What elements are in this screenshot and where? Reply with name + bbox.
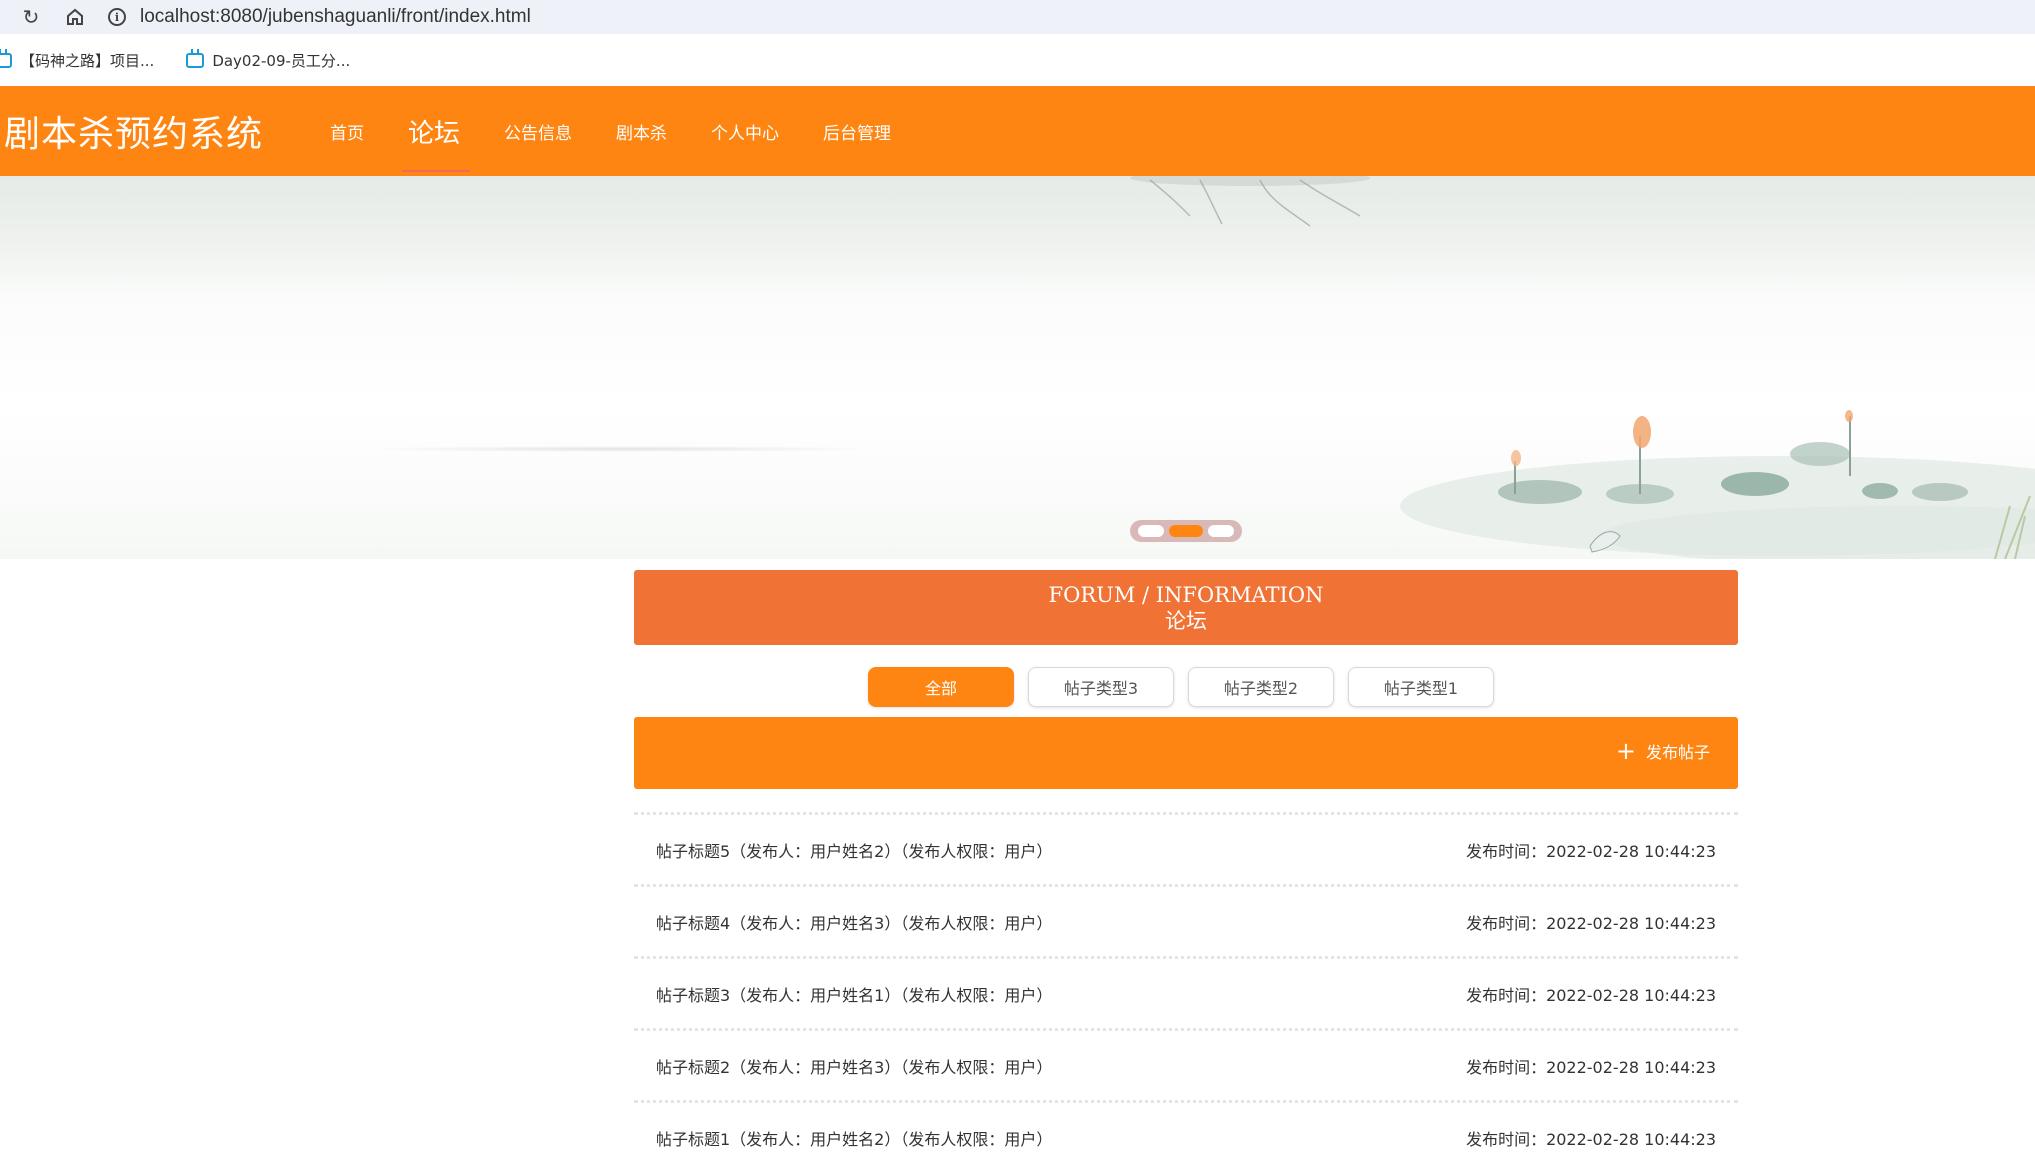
address-bar[interactable]: i localhost:8080/jubenshaguanli/front/in… <box>108 2 531 32</box>
post-time: 发布时间：2022-02-28 10:44:23 <box>1466 1129 1716 1149</box>
post-type-filters: 全部 帖子类型3 帖子类型2 帖子类型1 <box>868 667 1494 707</box>
filter-all-button[interactable]: 全部 <box>868 667 1014 707</box>
bookmark-tv-icon <box>186 48 205 68</box>
forum-title-cn: 论坛 <box>1165 609 1207 633</box>
nav-announcements[interactable]: 公告信息 <box>504 86 572 176</box>
bookmark-label: Day02-09-员工分... <box>212 51 351 70</box>
bookmarks-bar: 【码神之路】项目... Day02-09-员工分... <box>0 34 2035 86</box>
nav-forum[interactable]: 论坛 <box>401 86 471 176</box>
post-time: 发布时间：2022-02-28 10:44:23 <box>1466 985 1716 1005</box>
browser-toolbar: ↻ i localhost:8080/jubenshaguanli/front/… <box>0 0 2035 34</box>
carousel-indicators <box>1130 520 1242 542</box>
post-row[interactable]: 帖子标题3（发布人：用户姓名1）（发布人权限：用户） 发布时间：2022-02-… <box>634 956 1738 1028</box>
bookmark-label: 【码神之路】项目... <box>20 51 155 70</box>
post-title[interactable]: 帖子标题1（发布人：用户姓名2）（发布人权限：用户） <box>656 1126 1052 1150</box>
site-info-icon[interactable]: i <box>108 8 126 26</box>
home-icon[interactable] <box>60 2 90 32</box>
post-list: 帖子标题5（发布人：用户姓名2）（发布人权限：用户） 发布时间：2022-02-… <box>634 812 1738 1172</box>
post-title[interactable]: 帖子标题4（发布人：用户姓名3）（发布人权限：用户） <box>656 910 1052 934</box>
post-title[interactable]: 帖子标题2（发布人：用户姓名3）（发布人权限：用户） <box>656 1054 1052 1078</box>
carousel-dot[interactable] <box>1208 525 1234 537</box>
reload-icon[interactable]: ↻ <box>16 2 46 32</box>
forum-title-en: FORUM / INFORMATION <box>1048 583 1324 607</box>
post-row[interactable]: 帖子标题1（发布人：用户姓名2）（发布人权限：用户） 发布时间：2022-02-… <box>634 1100 1738 1172</box>
carousel-dot-active[interactable] <box>1169 525 1203 537</box>
post-row[interactable]: 帖子标题5（发布人：用户姓名2）（发布人权限：用户） 发布时间：2022-02-… <box>634 812 1738 884</box>
post-row[interactable]: 帖子标题4（发布人：用户姓名3）（发布人权限：用户） 发布时间：2022-02-… <box>634 884 1738 956</box>
nav-scripts[interactable]: 剧本杀 <box>616 86 667 176</box>
post-title[interactable]: 帖子标题3（发布人：用户姓名1）（发布人权限：用户） <box>656 982 1052 1006</box>
post-time: 发布时间：2022-02-28 10:44:23 <box>1466 1057 1716 1077</box>
publish-post-button[interactable]: + 发布帖子 <box>1616 739 1710 763</box>
publish-post-label: 发布帖子 <box>1645 743 1710 762</box>
site-header: 剧本杀预约系统 首页 论坛 公告信息 剧本杀 个人中心 后台管理 <box>0 86 2035 176</box>
carousel-dot[interactable] <box>1138 525 1164 537</box>
site-title: 剧本杀预约系统 <box>4 114 264 155</box>
filter-type2-button[interactable]: 帖子类型2 <box>1188 667 1334 707</box>
post-row[interactable]: 帖子标题2（发布人：用户姓名3）（发布人权限：用户） 发布时间：2022-02-… <box>634 1028 1738 1100</box>
banner-carousel <box>0 176 2035 559</box>
bookmark-tv-icon <box>0 48 12 68</box>
plus-icon: + <box>1615 737 1636 765</box>
filter-type3-button[interactable]: 帖子类型3 <box>1028 667 1174 707</box>
nav-admin[interactable]: 后台管理 <box>823 86 891 176</box>
url-text: localhost:8080/jubenshaguanli/front/inde… <box>140 6 531 27</box>
post-time: 发布时间：2022-02-28 10:44:23 <box>1466 841 1716 861</box>
post-time: 发布时间：2022-02-28 10:44:23 <box>1466 913 1716 933</box>
post-title[interactable]: 帖子标题5（发布人：用户姓名2）（发布人权限：用户） <box>656 838 1052 862</box>
forum-action-bar: + 发布帖子 <box>634 717 1738 789</box>
nav-home[interactable]: 首页 <box>330 86 364 176</box>
forum-section-header: FORUM / INFORMATION 论坛 <box>634 570 1738 645</box>
filter-type1-button[interactable]: 帖子类型1 <box>1348 667 1494 707</box>
bookmark-item[interactable]: Day02-09-员工分... <box>186 48 351 71</box>
banner-lotus-painting <box>1130 176 2035 559</box>
nav-personal-center[interactable]: 个人中心 <box>711 86 779 176</box>
bookmark-item[interactable]: 【码神之路】项目... <box>0 48 155 71</box>
